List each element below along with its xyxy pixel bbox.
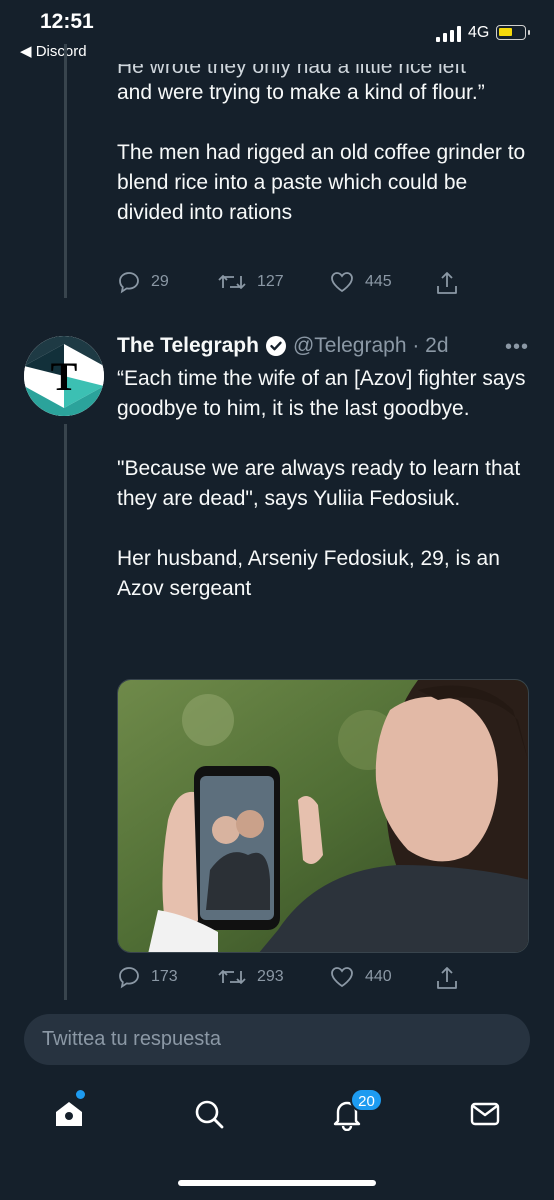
status-bar: 12:51 ◀ Discord 4G xyxy=(0,0,554,62)
telegraph-logo-icon: T xyxy=(24,336,104,416)
more-icon[interactable]: ••• xyxy=(505,336,529,359)
previous-tweet-actions: 29 127 445 xyxy=(117,270,477,300)
retweet-button[interactable]: 127 xyxy=(217,270,284,294)
retweet-count: 127 xyxy=(257,273,284,290)
like-icon xyxy=(331,967,353,988)
network-type: 4G xyxy=(468,24,490,41)
reply-icon xyxy=(119,967,139,989)
tweet-photo[interactable] xyxy=(117,679,529,953)
author-handle-time[interactable]: @Telegraph · 2d xyxy=(293,334,449,358)
tweet-text: “Each time the wife of an [Azov] fighter… xyxy=(117,367,526,600)
battery-icon xyxy=(496,25,526,40)
retweet-count: 293 xyxy=(257,968,284,985)
reply-button[interactable]: 173 xyxy=(117,965,178,989)
thread-line-upper xyxy=(64,44,67,298)
retweet-button[interactable]: 293 xyxy=(217,965,284,989)
home-new-dot xyxy=(76,1090,85,1099)
reply-placeholder: Twittea tu respuesta xyxy=(42,1028,221,1050)
home-indicator[interactable] xyxy=(178,1180,376,1186)
tweet-author-row: The Telegraph @Telegraph · 2d xyxy=(117,330,449,362)
share-button[interactable] xyxy=(435,270,469,296)
messages-icon[interactable] xyxy=(468,1097,502,1131)
retweet-icon xyxy=(218,970,246,984)
share-button[interactable] xyxy=(435,965,469,991)
home-icon[interactable] xyxy=(52,1097,86,1131)
reply-count: 173 xyxy=(151,968,178,985)
reply-button[interactable]: 29 xyxy=(117,270,169,294)
status-time: 12:51 xyxy=(40,10,94,33)
search-icon[interactable] xyxy=(192,1097,226,1131)
verified-icon xyxy=(265,336,286,356)
retweet-icon xyxy=(218,275,246,289)
author-name[interactable]: The Telegraph xyxy=(117,334,259,358)
like-button[interactable]: 440 xyxy=(329,965,392,989)
reply-input[interactable]: Twittea tu respuesta xyxy=(24,1014,530,1065)
photo-woman-holding-phone xyxy=(118,680,528,952)
reply-count: 29 xyxy=(151,273,169,290)
tweet-actions: 173 293 440 xyxy=(117,965,477,995)
like-button[interactable]: 445 xyxy=(329,270,392,294)
share-icon xyxy=(437,272,457,294)
back-to-app-button[interactable]: ◀ Discord xyxy=(20,42,87,60)
like-count: 440 xyxy=(365,968,392,985)
like-icon xyxy=(331,272,353,293)
svg-text:T: T xyxy=(51,354,78,399)
like-count: 445 xyxy=(365,273,392,290)
notifications-badge: 20 xyxy=(350,1088,383,1112)
thread-line-lower xyxy=(64,424,67,1000)
previous-tweet-text: and were trying to make a kind of flour.… xyxy=(117,81,526,224)
battery-tip xyxy=(528,30,530,35)
share-icon xyxy=(437,967,457,989)
author-avatar[interactable]: T xyxy=(24,336,104,416)
signal-icon xyxy=(436,26,461,42)
reply-icon xyxy=(119,272,139,294)
